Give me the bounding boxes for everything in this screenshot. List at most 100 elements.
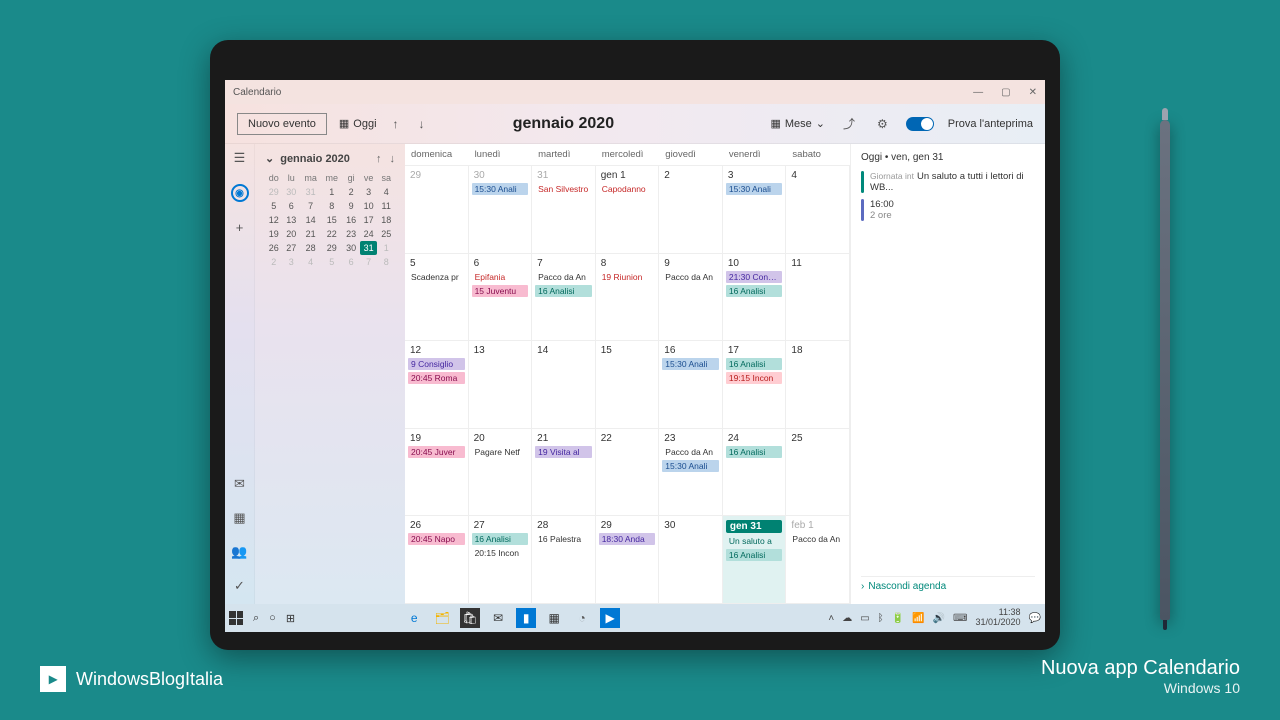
store-icon[interactable]: 🛍 (460, 608, 480, 628)
calendar-event[interactable]: Pacco da An (662, 446, 719, 458)
calendar-event[interactable]: 16 Palestra (535, 533, 592, 545)
calendar-cell[interactable]: 2 (659, 166, 723, 254)
calendar-cell[interactable]: 2816 Palestra (532, 516, 596, 604)
calendar-cell[interactable]: 5Scadenza pr (405, 254, 469, 342)
hide-agenda-button[interactable]: ›Nascondi agenda (861, 576, 1035, 596)
add-calendar-icon[interactable]: + (236, 220, 244, 235)
calendar-cell[interactable]: 129 Consiglio20:45 Roma (405, 341, 469, 429)
calendar-event[interactable]: 16 Analisi (726, 358, 783, 370)
calendar-event[interactable]: 19 Riunion (599, 271, 656, 283)
calendar-event[interactable]: Pacco da An (789, 533, 846, 545)
calendar-cell[interactable]: 30 (659, 516, 723, 604)
explorer-icon[interactable]: 🗂 (432, 608, 452, 628)
start-button[interactable] (229, 611, 243, 625)
movies-icon[interactable]: ▶ (600, 608, 620, 628)
chevron-down-icon[interactable]: ⌄ (265, 152, 274, 165)
language-icon[interactable]: ⌨ (953, 613, 967, 624)
today-button[interactable]: ▦Oggi (339, 117, 377, 130)
outlook-account-icon[interactable]: ◉ (231, 184, 249, 202)
calendar-cell[interactable]: 18 (786, 341, 850, 429)
tray-icon[interactable]: ▭ (860, 613, 869, 624)
calendar-event[interactable]: 15:30 Anali (472, 183, 529, 195)
calendar-event[interactable]: 16 Analisi (726, 549, 783, 561)
calendar-cell[interactable]: 2416 Analisi (723, 429, 787, 517)
settings-icon[interactable]: ⚙ (873, 115, 892, 133)
next-arrow[interactable]: ↓ (415, 115, 429, 133)
calendar-cell[interactable]: 1716 Analisi19:15 Incon (723, 341, 787, 429)
mini-calendar-grid[interactable]: dolumamegivesa29303112345678910111213141… (265, 171, 395, 269)
calendar-event[interactable]: 15:30 Anali (662, 358, 719, 370)
mail-app-icon[interactable]: ✉ (488, 608, 508, 628)
calendar-nav-icon[interactable]: ▦ (233, 510, 245, 526)
calendar-event[interactable]: Pacco da An (662, 271, 719, 283)
calendar-event[interactable]: San Silvestro (535, 183, 592, 195)
agenda-item[interactable]: Giornata intUn saluto a tutti i lettori … (861, 171, 1035, 193)
calendar-cell[interactable]: 22 (596, 429, 660, 517)
volume-icon[interactable]: 🔊 (933, 613, 945, 624)
preview-toggle[interactable] (906, 117, 934, 131)
maximize-button[interactable]: ▢ (1001, 87, 1010, 98)
calendar-cell[interactable]: 4 (786, 166, 850, 254)
calendar-cell[interactable]: 13 (469, 341, 533, 429)
calendar-grid[interactable]: 293015:30 Anali31San Silvestrogen 1Capod… (405, 166, 850, 604)
calendar-cell[interactable]: 25 (786, 429, 850, 517)
calendar-cell[interactable]: 6Epifania15 Juventu (469, 254, 533, 342)
battery-icon[interactable]: 🔋 (892, 613, 904, 624)
calendar-cell[interactable]: 15 (596, 341, 660, 429)
calendar-event[interactable]: Capodanno (599, 183, 656, 195)
minimize-button[interactable]: — (973, 87, 983, 98)
calendar-event[interactable]: 21:30 Consiglio regionale – (726, 271, 783, 283)
calendar-cell[interactable]: feb 1Pacco da An (786, 516, 850, 604)
onedrive-icon[interactable]: ☁ (842, 613, 852, 624)
calendar-cell[interactable]: 29 (405, 166, 469, 254)
mini-prev[interactable]: ↑ (376, 153, 382, 165)
calendar-event[interactable]: 19:15 Incon (726, 372, 783, 384)
mini-next[interactable]: ↓ (390, 153, 396, 165)
calendar-event[interactable]: 20:45 Juver (408, 446, 465, 458)
taskbar-clock[interactable]: 11:38 31/01/2020 (975, 608, 1020, 628)
agenda-item[interactable]: 16:002 ore (861, 199, 1035, 221)
calendar-cell[interactable]: gen 31Un saluto a16 Analisi (723, 516, 787, 604)
search-icon[interactable]: ⌕ (253, 612, 259, 625)
taskview-icon[interactable]: ⊞ (286, 612, 295, 625)
share-icon[interactable]: ⤴ (839, 113, 859, 134)
calendar-event[interactable]: 15:30 Anali (726, 183, 783, 195)
calendar-event[interactable]: 15:30 Anali (662, 460, 719, 472)
calendar-cell[interactable]: 1920:45 Juver (405, 429, 469, 517)
calendar-cell[interactable]: 11 (786, 254, 850, 342)
calendar-cell[interactable]: 20Pagare Netf (469, 429, 533, 517)
calendar-cell[interactable]: 819 Riunion (596, 254, 660, 342)
calendar-cell[interactable]: 9Pacco da An (659, 254, 723, 342)
bluetooth-icon[interactable]: ᛒ (878, 613, 884, 624)
calendar-event[interactable]: Un saluto a (726, 535, 783, 547)
calendar-cell[interactable]: gen 1Capodanno (596, 166, 660, 254)
calendar-event[interactable]: Pacco da An (535, 271, 592, 283)
calendar-cell[interactable]: 2119 Visita al (532, 429, 596, 517)
calendar-event[interactable]: 20:45 Napo (408, 533, 465, 545)
prev-arrow[interactable]: ↑ (389, 115, 403, 133)
calendar-event[interactable]: 16 Analisi (726, 285, 783, 297)
calendar-cell[interactable]: 14 (532, 341, 596, 429)
edge-icon[interactable]: e (404, 608, 424, 628)
calendar-cell[interactable]: 1021:30 Consiglio regionale – 16 Analisi (723, 254, 787, 342)
view-selector[interactable]: ▦Mese⌄ (770, 117, 825, 130)
calendar-cell[interactable]: 31San Silvestro (532, 166, 596, 254)
people-icon[interactable]: 👥 (231, 544, 247, 560)
calendar-event[interactable]: 16 Analisi (472, 533, 529, 545)
calendar-event[interactable]: 16 Analisi (726, 446, 783, 458)
calendar-cell[interactable]: 1615:30 Anali (659, 341, 723, 429)
calendar-cell[interactable]: 7Pacco da An16 Analisi (532, 254, 596, 342)
notifications-icon[interactable]: 💬 (1029, 613, 1041, 624)
close-button[interactable]: ✕ (1029, 87, 1037, 98)
wifi-icon[interactable]: 📶 (912, 613, 924, 624)
tray-chevron-icon[interactable]: ˄ (828, 613, 834, 624)
calendar-cell[interactable]: 2620:45 Napo (405, 516, 469, 604)
calendar-event[interactable]: 19 Visita al (535, 446, 592, 458)
todo-icon[interactable]: ✓ (234, 578, 245, 594)
calendar-event[interactable]: 18:30 Anda (599, 533, 656, 545)
calendar-cell[interactable]: 2918:30 Anda (596, 516, 660, 604)
mail-icon[interactable]: ✉ (234, 476, 245, 492)
calendar-event[interactable]: Scadenza pr (408, 271, 465, 283)
cortana-icon[interactable]: ○ (269, 612, 276, 624)
hamburger-icon[interactable]: ☰ (234, 150, 246, 166)
